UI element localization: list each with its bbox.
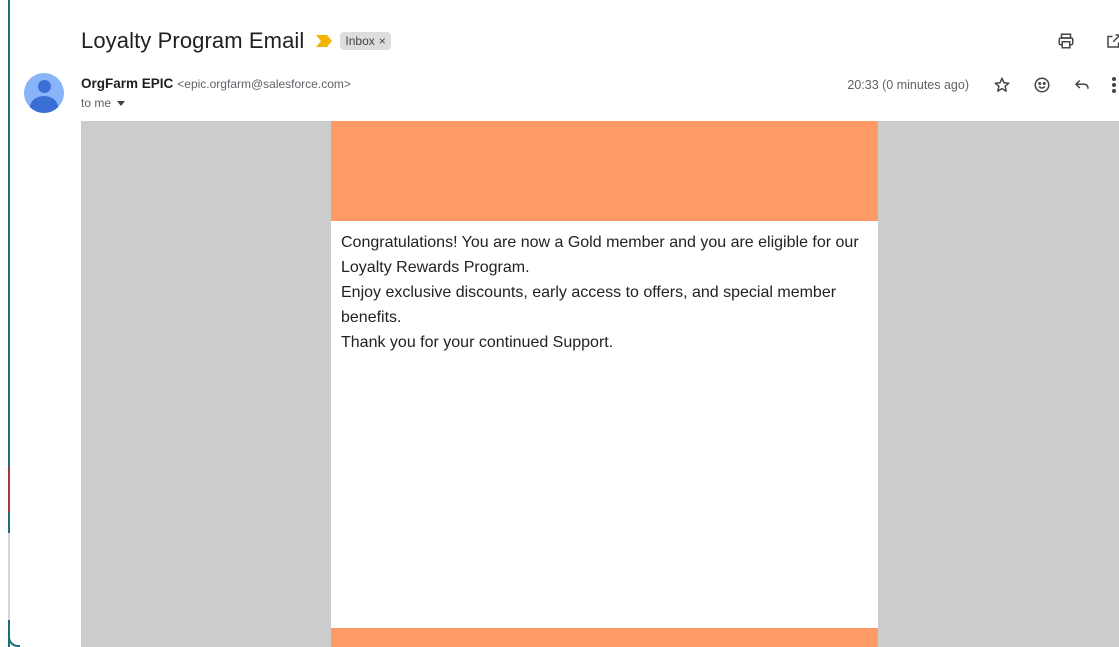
email-message: Congratulations! You are now a Gold memb… bbox=[341, 230, 871, 355]
message-line-2: Enjoy exclusive discounts, early access … bbox=[341, 284, 837, 326]
inbox-label-chip: Inbox × bbox=[340, 32, 391, 50]
sender-email: <epic.orgfarm@salesforce.com> bbox=[177, 77, 351, 91]
left-edge-corner bbox=[8, 620, 20, 647]
email-body-canvas: Congratulations! You are now a Gold memb… bbox=[81, 121, 1119, 647]
chevron-down-icon bbox=[117, 100, 126, 106]
emoji-reaction-icon[interactable] bbox=[1029, 72, 1055, 98]
subject-row: Loyalty Program Email Inbox × bbox=[81, 26, 391, 56]
reply-icon[interactable] bbox=[1069, 72, 1095, 98]
email-footer-banner bbox=[331, 628, 878, 647]
default-avatar-icon[interactable] bbox=[24, 73, 64, 113]
more-vertical-icon[interactable] bbox=[1109, 72, 1119, 98]
left-edge-mark bbox=[8, 466, 10, 512]
message-line-1: Congratulations! You are now a Gold memb… bbox=[341, 234, 859, 276]
gmail-email-view: Loyalty Program Email Inbox × OrgFarm EP… bbox=[0, 0, 1119, 647]
inbox-label-text: Inbox bbox=[345, 34, 375, 48]
top-actions bbox=[1053, 28, 1119, 54]
open-in-new-window-icon[interactable] bbox=[1101, 28, 1119, 54]
message-meta: 20:33 (0 minutes ago) bbox=[847, 72, 1119, 98]
timestamp: 20:33 (0 minutes ago) bbox=[847, 78, 969, 92]
email-header-banner bbox=[331, 121, 878, 221]
sender-line: OrgFarm EPIC <epic.orgfarm@salesforce.co… bbox=[81, 76, 351, 91]
importance-marker-icon[interactable] bbox=[316, 35, 333, 47]
print-icon[interactable] bbox=[1053, 28, 1079, 54]
email-subject: Loyalty Program Email bbox=[81, 28, 305, 53]
recipient-details-toggle[interactable]: to me bbox=[81, 96, 126, 110]
sender-name[interactable]: OrgFarm EPIC bbox=[81, 76, 173, 91]
recipient-text: to me bbox=[81, 96, 112, 110]
email-card: Congratulations! You are now a Gold memb… bbox=[331, 121, 878, 647]
message-line-3: Thank you for your continued Support. bbox=[341, 334, 614, 351]
remove-label-button[interactable]: × bbox=[379, 34, 386, 48]
star-icon[interactable] bbox=[989, 72, 1015, 98]
